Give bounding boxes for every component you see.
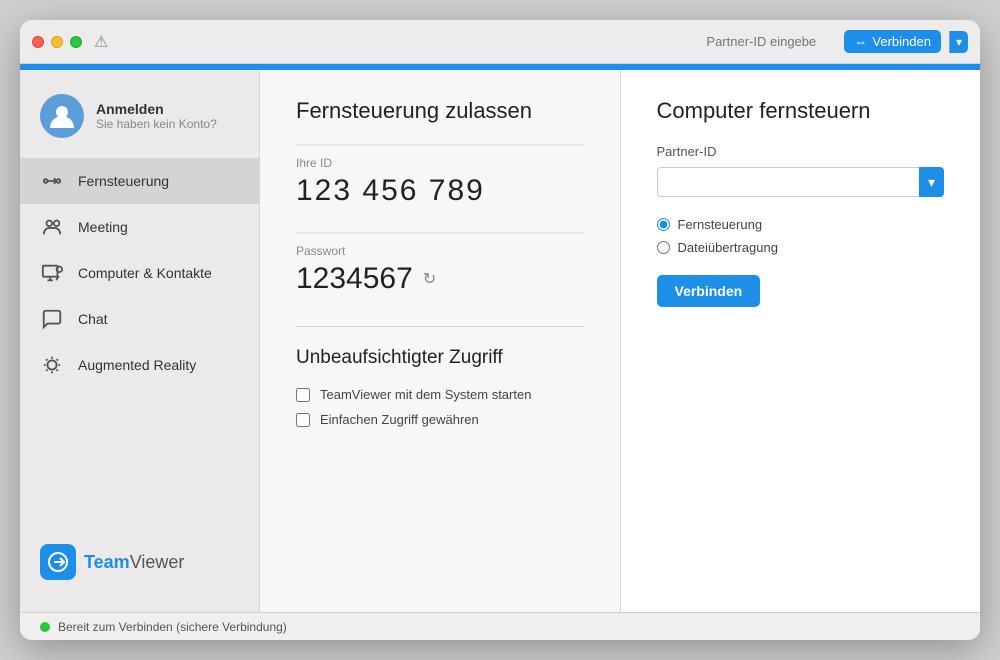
fernsteuerung-icon (40, 169, 64, 193)
chat-label: Chat (78, 311, 108, 327)
sidebar-item-chat[interactable]: Chat (20, 296, 259, 342)
radio-fernsteuerung-input[interactable] (657, 218, 670, 231)
user-name: Anmelden (96, 101, 217, 117)
password-label: Passwort (296, 232, 584, 258)
sidebar-item-fernsteuerung[interactable]: Fernsteuerung (20, 158, 259, 204)
password-section: Passwort 1234567 ↻ (296, 232, 584, 296)
checkbox-system-start-input[interactable] (296, 388, 310, 402)
radio-fernsteuerung-label: Fernsteuerung (678, 217, 763, 232)
content-area: Fernsteuerung zulassen Ihre ID 123 456 7… (260, 70, 980, 612)
traffic-lights (32, 36, 82, 48)
maximize-button[interactable] (70, 36, 82, 48)
minimize-button[interactable] (51, 36, 63, 48)
main-window: ⚠ ⇔ Verbinden ▾ Anmel (20, 20, 980, 640)
radio-dateiuebertragung: Dateiübertragung (657, 240, 945, 255)
refresh-icon[interactable]: ↻ (423, 269, 436, 289)
radio-dateiuebertragung-input[interactable] (657, 241, 670, 254)
sidebar-item-meeting[interactable]: Meeting (20, 204, 259, 250)
fernsteuerung-label: Fernsteuerung (78, 173, 169, 189)
checkbox-easy-access: Einfachen Zugriff gewähren (296, 412, 584, 427)
radio-fernsteuerung: Fernsteuerung (657, 217, 945, 232)
divider (296, 326, 584, 327)
checkbox-system-start: TeamViewer mit dem System starten (296, 387, 584, 402)
radio-dateiuebertragung-label: Dateiübertragung (678, 240, 778, 255)
right-pane: Computer fernsteuern Partner-ID ▾ Fernst… (621, 70, 981, 612)
unattended-title: Unbeaufsichtigter Zugriff (296, 347, 584, 369)
sidebar: Anmelden Sie haben kein Konto? Fernste (20, 70, 260, 612)
titlebar-connect-button[interactable]: ⇔ Verbinden (844, 30, 941, 53)
checkbox-easy-access-label: Einfachen Zugriff gewähren (320, 412, 479, 427)
checkbox-system-start-label: TeamViewer mit dem System starten (320, 387, 531, 402)
chat-icon (40, 307, 64, 331)
left-pane-title: Fernsteuerung zulassen (296, 98, 584, 124)
titlebar-connect-label: Verbinden (872, 34, 931, 49)
titlebar-connect-dropdown[interactable]: ▾ (949, 31, 968, 53)
id-value: 123 456 789 (296, 174, 584, 208)
meeting-icon (40, 215, 64, 239)
partner-id-row: ▾ (657, 167, 945, 197)
nav-items: Fernsteuerung Meeting (20, 158, 259, 528)
augmented-reality-icon (40, 353, 64, 377)
partner-id-dropdown-button[interactable]: ▾ (919, 167, 944, 197)
avatar (40, 94, 84, 138)
close-button[interactable] (32, 36, 44, 48)
verbinden-button[interactable]: Verbinden (657, 275, 761, 307)
computer-kontakte-icon (40, 261, 64, 285)
id-label: Ihre ID (296, 144, 584, 170)
sidebar-logo: TeamViewer (20, 528, 259, 596)
user-info: Anmelden Sie haben kein Konto? (96, 101, 217, 131)
titlebar: ⚠ ⇔ Verbinden ▾ (20, 20, 980, 64)
partner-id-input[interactable] (657, 167, 919, 197)
status-dot (40, 622, 50, 632)
left-pane: Fernsteuerung zulassen Ihre ID 123 456 7… (260, 70, 621, 612)
connect-arrow-icon: ⇔ (854, 34, 867, 49)
checkbox-easy-access-input[interactable] (296, 413, 310, 427)
sidebar-item-augmented-reality[interactable]: Augmented Reality (20, 342, 259, 388)
right-pane-title: Computer fernsteuern (657, 98, 945, 124)
password-value: 1234567 ↻ (296, 262, 584, 296)
teamviewer-logo-icon (40, 544, 76, 580)
sidebar-item-computer-kontakte[interactable]: Computer & Kontakte (20, 250, 259, 296)
logo-light: Viewer (130, 552, 185, 572)
user-subtitle: Sie haben kein Konto? (96, 117, 217, 131)
status-bar: Bereit zum Verbinden (sichere Verbindung… (20, 612, 980, 640)
status-text: Bereit zum Verbinden (sichere Verbindung… (58, 620, 287, 634)
teamviewer-logo-text: TeamViewer (84, 552, 184, 573)
main-content: Anmelden Sie haben kein Konto? Fernste (20, 70, 980, 612)
titlebar-right: ⇔ Verbinden ▾ (706, 30, 968, 53)
meeting-label: Meeting (78, 219, 128, 235)
computer-kontakte-label: Computer & Kontakte (78, 265, 212, 281)
partner-id-label: Partner-ID (657, 144, 945, 159)
augmented-reality-label: Augmented Reality (78, 357, 196, 373)
password-text: 1234567 (296, 262, 413, 296)
user-section: Anmelden Sie haben kein Konto? (20, 86, 259, 158)
titlebar-partner-id-input[interactable] (706, 34, 836, 49)
warning-icon: ⚠ (94, 32, 108, 52)
id-section: Ihre ID 123 456 789 (296, 144, 584, 208)
logo-bold: Team (84, 552, 130, 572)
radio-group: Fernsteuerung Dateiübertragung (657, 217, 945, 255)
